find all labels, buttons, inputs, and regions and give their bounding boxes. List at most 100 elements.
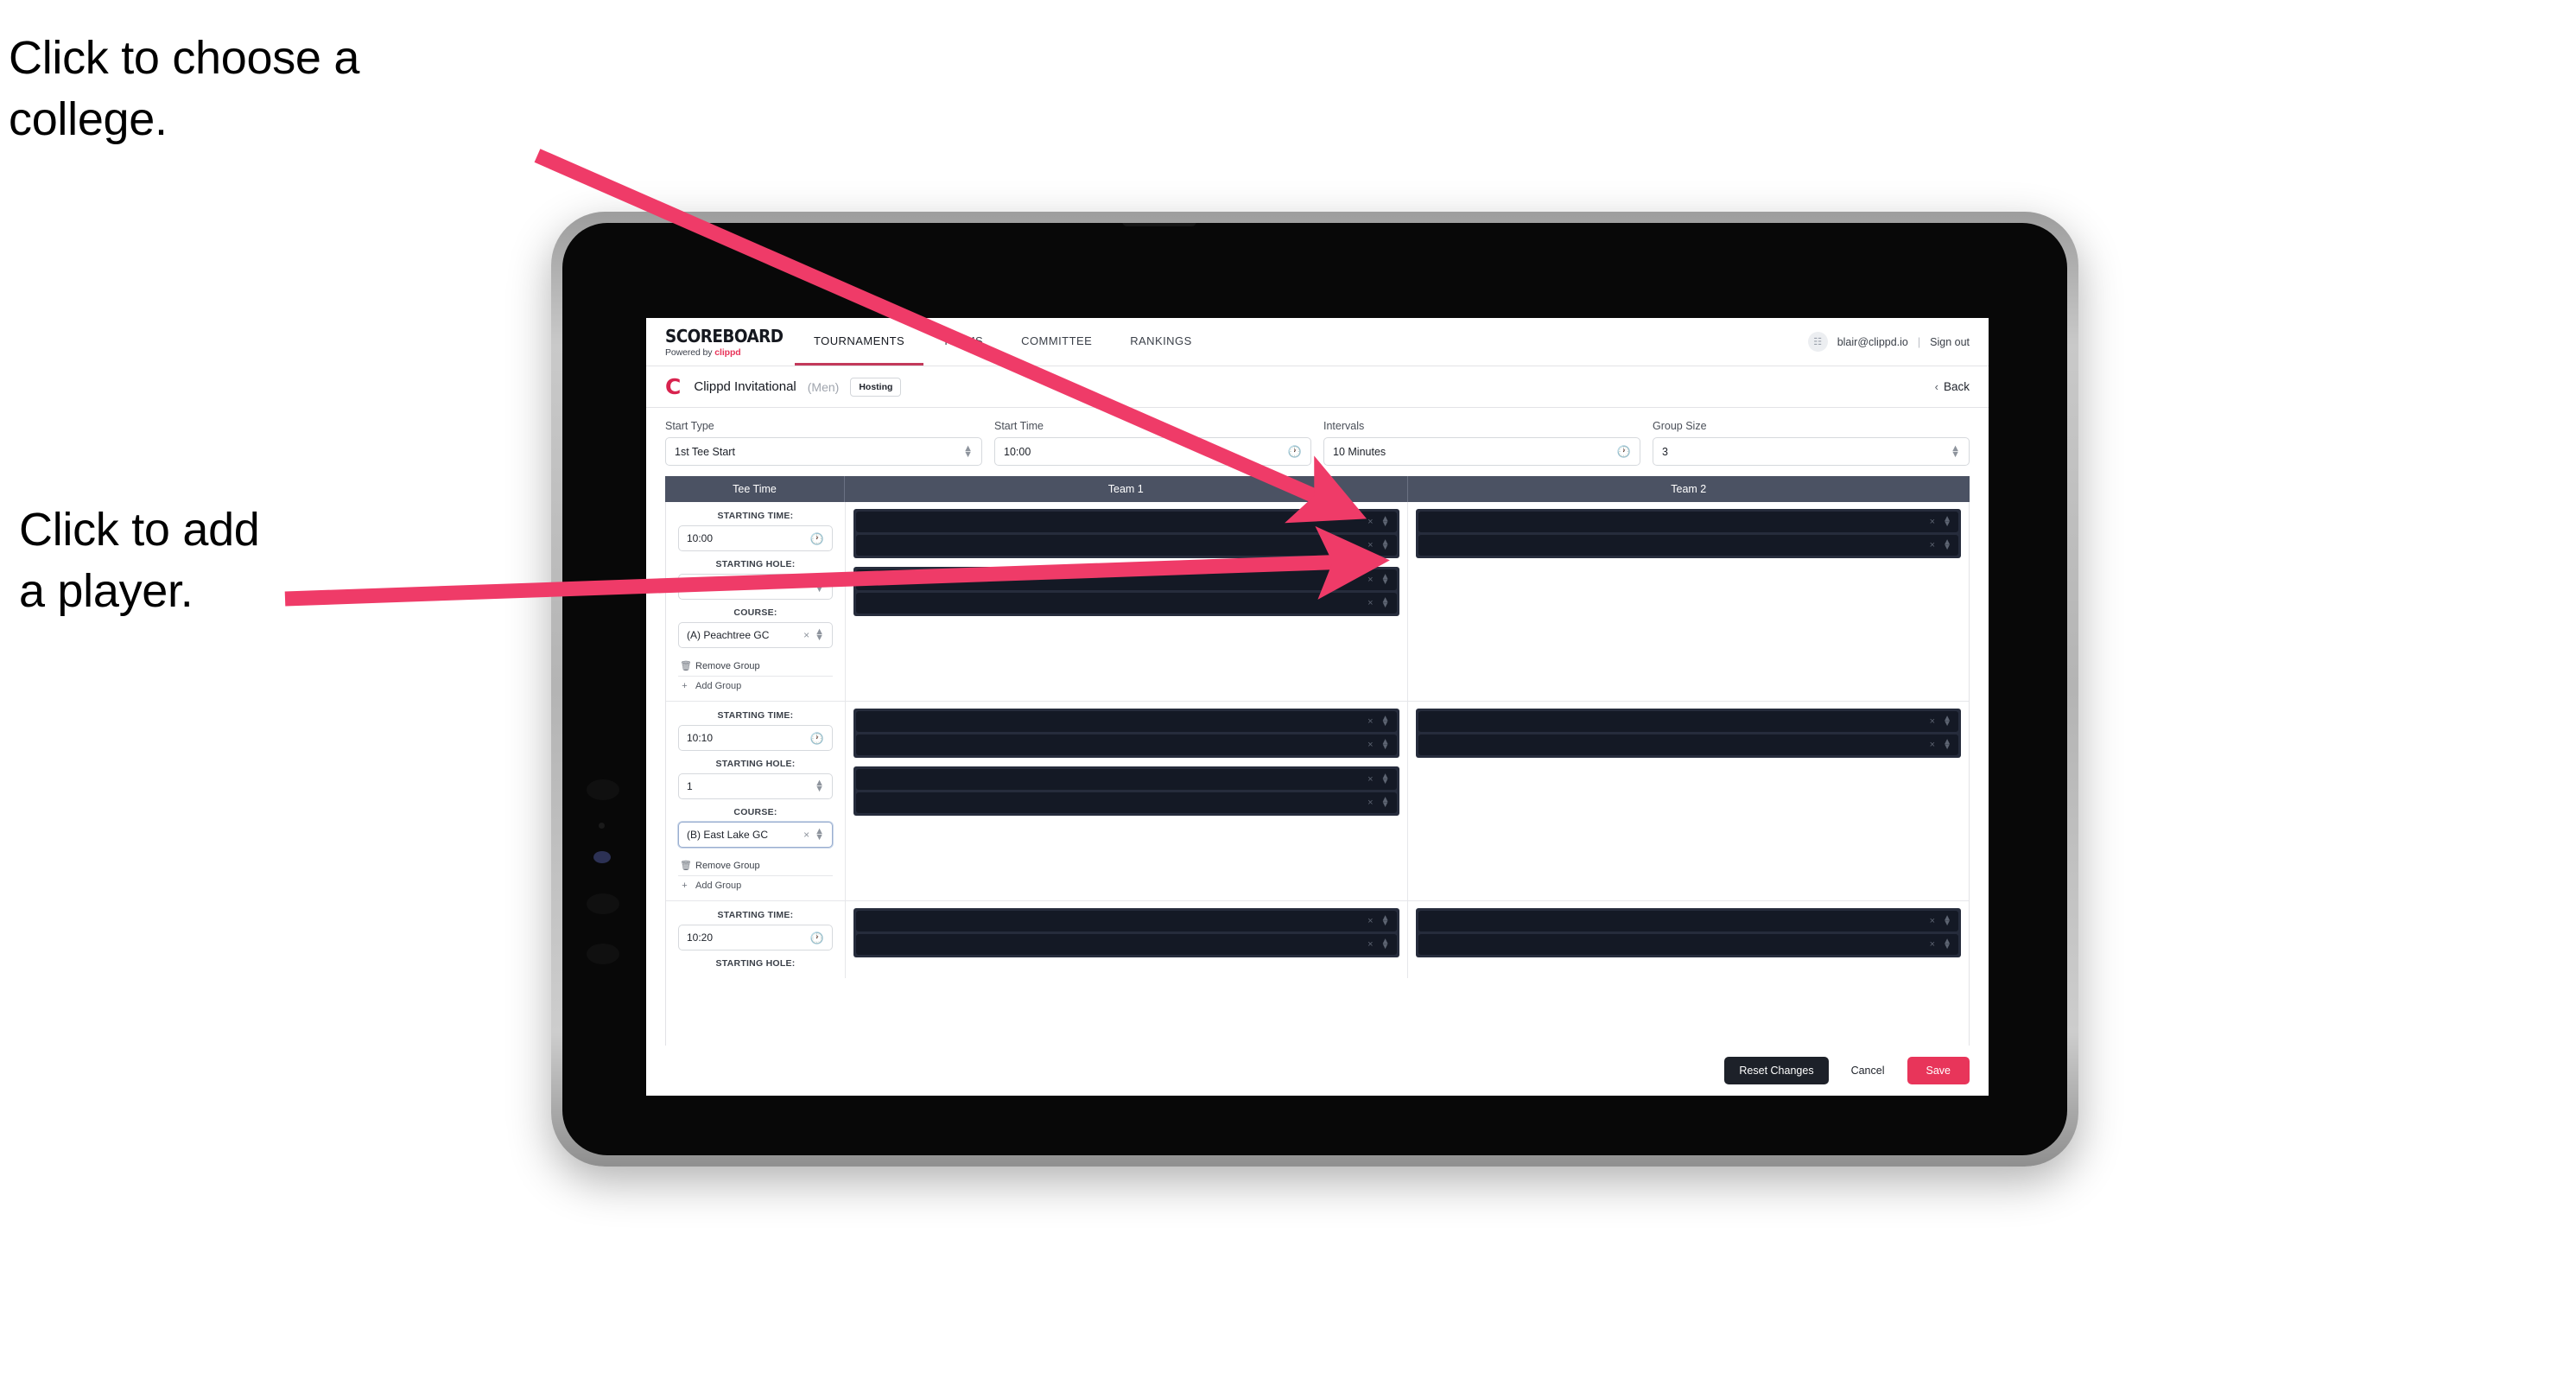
chevron-updown-icon[interactable]: ▲ ▼ (1381, 595, 1390, 610)
starting-hole-stepper[interactable]: 1 ▲ ▼ (678, 773, 833, 799)
chevron-updown-icon[interactable]: ▲ ▼ (815, 627, 824, 643)
chevron-updown-icon[interactable]: ▲ ▼ (815, 827, 824, 842)
start-time-input[interactable]: 10:00 🕐 (994, 437, 1311, 466)
chevron-updown-icon[interactable]: ▲ ▼ (1943, 737, 1951, 752)
player-select-row[interactable]: × ▲ ▼ (856, 934, 1397, 955)
scoreboard-logo[interactable]: SCOREBOARD Powered by clippd (646, 318, 795, 366)
player-select-row[interactable]: × ▲ ▼ (856, 593, 1397, 614)
player-name-redacted (1418, 711, 1930, 732)
chevron-updown-icon[interactable]: ▲ ▼ (1381, 514, 1390, 529)
team-1-cell: × ▲ ▼ × ▲ ▼ (846, 901, 1407, 978)
chevron-updown-icon[interactable]: ▲ ▼ (1943, 514, 1951, 529)
chevron-updown-icon[interactable]: ▲ ▼ (1381, 772, 1390, 786)
clear-player-icon[interactable]: × (1930, 517, 1935, 527)
starting-time-input[interactable]: 10:00 🕐 (678, 525, 833, 551)
nav-tab-rankings[interactable]: RANKINGS (1111, 318, 1211, 366)
cancel-button[interactable]: Cancel (1843, 1057, 1894, 1084)
player-select-row[interactable]: × ▲ ▼ (1418, 535, 1958, 556)
clear-player-icon[interactable]: × (1930, 716, 1935, 727)
nav-tab-committee[interactable]: COMMITTEE (1002, 318, 1111, 366)
avatar-icon[interactable]: ☷ (1807, 332, 1828, 352)
remove-group-button[interactable]: 🗑 Remove Group (678, 656, 833, 676)
control-start-type-label: Start Type (665, 420, 714, 432)
chevron-updown-icon[interactable]: ▲ ▼ (1943, 937, 1951, 951)
add-group-button[interactable]: + Add Group (678, 676, 833, 696)
brand-tagline-prefix: Powered by (665, 347, 715, 358)
clock-icon[interactable]: 🕐 (810, 932, 824, 944)
chevron-updown-icon[interactable]: ▲ ▼ (1381, 937, 1390, 951)
starting-time-input[interactable]: 10:10 🕐 (678, 725, 833, 751)
course-select[interactable]: (A) Peachtree GC × ▲ ▼ (678, 622, 833, 648)
remove-group-button[interactable]: 🗑 Remove Group (678, 855, 833, 875)
player-select-row[interactable]: × ▲ ▼ (1418, 911, 1958, 931)
intervals-input[interactable]: 10 Minutes 🕐 (1323, 437, 1640, 466)
clear-player-icon[interactable]: × (1367, 939, 1373, 950)
control-start-time: Start Time 10:00 🕐 (994, 420, 1311, 466)
add-group-button[interactable]: + Add Group (678, 875, 833, 895)
chevron-updown-icon[interactable]: ▲ ▼ (1381, 737, 1390, 752)
clear-player-icon[interactable]: × (1930, 939, 1935, 950)
clear-course-icon[interactable]: × (803, 629, 809, 641)
clear-player-icon[interactable]: × (1367, 774, 1373, 785)
chevron-updown-icon[interactable]: ▲ ▼ (1943, 913, 1951, 928)
player-select-row[interactable]: × ▲ ▼ (1418, 934, 1958, 955)
clear-player-icon[interactable]: × (1367, 540, 1373, 550)
chevron-updown-icon[interactable]: ▲ ▼ (1381, 795, 1390, 810)
chevron-updown-icon[interactable]: ▲ ▼ (1381, 913, 1390, 928)
starting-time-input[interactable]: 10:20 🕐 (678, 925, 833, 950)
player-select-row[interactable]: × ▲ ▼ (1418, 734, 1958, 755)
remove-group-label: Remove Group (695, 860, 760, 871)
clock-icon[interactable]: 🕐 (810, 533, 824, 544)
player-select-row[interactable]: × ▲ ▼ (856, 512, 1397, 532)
player-select-row[interactable]: × ▲ ▼ (856, 911, 1397, 931)
clear-player-icon[interactable]: × (1367, 916, 1373, 926)
form-action-bar: Reset Changes Cancel Save (646, 1046, 1989, 1096)
team-2-cell: × ▲ ▼ × ▲ ▼ (1406, 502, 1970, 701)
clock-icon[interactable]: 🕐 (810, 733, 824, 744)
back-button[interactable]: ‹ Back (1935, 380, 1970, 393)
player-select-row[interactable]: × ▲ ▼ (856, 711, 1397, 732)
chevron-updown-icon[interactable]: ▲ ▼ (1381, 572, 1390, 587)
clear-course-icon[interactable]: × (803, 829, 809, 841)
clear-player-icon[interactable]: × (1367, 740, 1373, 750)
course-select[interactable]: (B) East Lake GC × ▲ ▼ (678, 822, 833, 848)
player-select-row[interactable]: × ▲ ▼ (856, 792, 1397, 813)
clear-player-icon[interactable]: × (1367, 716, 1373, 727)
player-select-row[interactable]: × ▲ ▼ (856, 569, 1397, 590)
clear-player-icon[interactable]: × (1367, 517, 1373, 527)
clear-player-icon[interactable]: × (1367, 598, 1373, 608)
player-select-row[interactable]: × ▲ ▼ (1418, 711, 1958, 732)
chevron-updown-icon[interactable]: ▲ ▼ (1943, 714, 1951, 728)
player-select-row[interactable]: × ▲ ▼ (856, 535, 1397, 556)
trash-icon: 🗑 (680, 861, 692, 871)
player-select-row[interactable]: × ▲ ▼ (1418, 512, 1958, 532)
clear-player-icon[interactable]: × (1930, 916, 1935, 926)
player-select-row[interactable]: × ▲ ▼ (856, 769, 1397, 790)
course-select-value: (B) East Lake GC (687, 829, 769, 841)
chevron-updown-icon[interactable]: ▲ ▼ (815, 579, 824, 594)
save-button[interactable]: Save (1907, 1057, 1970, 1084)
nav-tab-tournaments[interactable]: TOURNAMENTS (795, 318, 924, 366)
chevron-updown-icon[interactable]: ▲ ▼ (1381, 714, 1390, 728)
add-group-label: Add Group (695, 681, 742, 691)
clear-player-icon[interactable]: × (1367, 575, 1373, 585)
group-size-stepper[interactable]: 3 ▲ ▼ (1653, 437, 1970, 466)
clear-player-icon[interactable]: × (1930, 740, 1935, 750)
player-group: × ▲ ▼ × ▲ ▼ (853, 766, 1399, 816)
course-label: COURSE: (733, 807, 777, 817)
player-name-redacted (856, 535, 1367, 556)
player-select-row[interactable]: × ▲ ▼ (856, 734, 1397, 755)
chevron-updown-icon[interactable]: ▲ ▼ (815, 779, 824, 794)
starting-hole-stepper[interactable]: 1 ▲ ▼ (678, 574, 833, 600)
start-type-select[interactable]: 1st Tee Start ▲ ▼ (665, 437, 982, 466)
tee-sheet-table: Tee Time Team 1 Team 2 STARTING TIME: 10:… (646, 476, 1989, 1046)
clear-player-icon[interactable]: × (1367, 798, 1373, 808)
screen-glyph-two (599, 823, 605, 829)
chevron-updown-icon[interactable]: ▲ ▼ (1381, 537, 1390, 552)
tournament-gender: (Men) (807, 379, 840, 394)
reset-changes-button[interactable]: Reset Changes (1724, 1057, 1829, 1084)
nav-tab-teams[interactable]: TEAMS (923, 318, 1002, 366)
clear-player-icon[interactable]: × (1930, 540, 1935, 550)
chevron-updown-icon[interactable]: ▲ ▼ (1943, 537, 1951, 552)
sign-out-link[interactable]: Sign out (1930, 336, 1970, 348)
